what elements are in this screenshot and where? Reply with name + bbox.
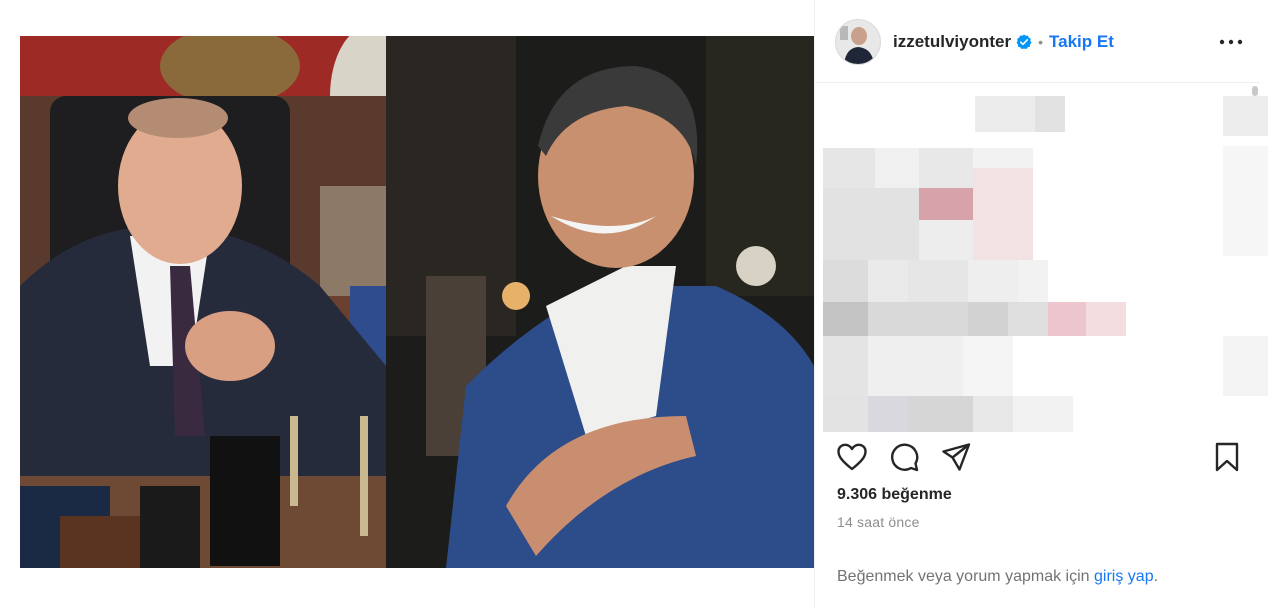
- login-link[interactable]: giriş yap: [1094, 568, 1154, 585]
- verified-badge-icon: [1016, 34, 1032, 50]
- login-prompt: Beğenmek veya yorum yapmak için giriş ya…: [837, 568, 1158, 586]
- post-header: izzetulviyonter • Takip Et: [835, 18, 1280, 66]
- post-image[interactable]: [20, 36, 814, 568]
- post-image-left-panel: [20, 36, 386, 568]
- comments-scrollbar[interactable]: [1252, 86, 1258, 96]
- username-link[interactable]: izzetulviyonter: [893, 32, 1011, 52]
- login-prompt-text: Beğenmek veya yorum yapmak için: [837, 568, 1090, 585]
- share-icon[interactable]: [939, 440, 973, 474]
- comments-area-blurred: [823, 86, 1268, 432]
- header-divider: [815, 82, 1260, 83]
- follow-button[interactable]: Takip Et: [1049, 32, 1114, 52]
- post-image-right-panel: [386, 36, 814, 568]
- action-bar: [835, 440, 1245, 476]
- bookmark-icon[interactable]: [1210, 440, 1244, 474]
- post-timestamp[interactable]: 14 saat önce: [837, 514, 920, 530]
- login-prompt-suffix: .: [1153, 568, 1159, 585]
- comment-icon[interactable]: [887, 440, 921, 474]
- heart-icon[interactable]: [835, 440, 869, 474]
- header-separator: •: [1038, 34, 1043, 50]
- post-sidebar: izzetulviyonter • Takip Et 9.306 beğenme…: [815, 0, 1286, 608]
- likes-count[interactable]: 9.306 beğenme: [837, 486, 952, 504]
- avatar[interactable]: [835, 19, 881, 65]
- more-options-icon[interactable]: [1216, 18, 1246, 66]
